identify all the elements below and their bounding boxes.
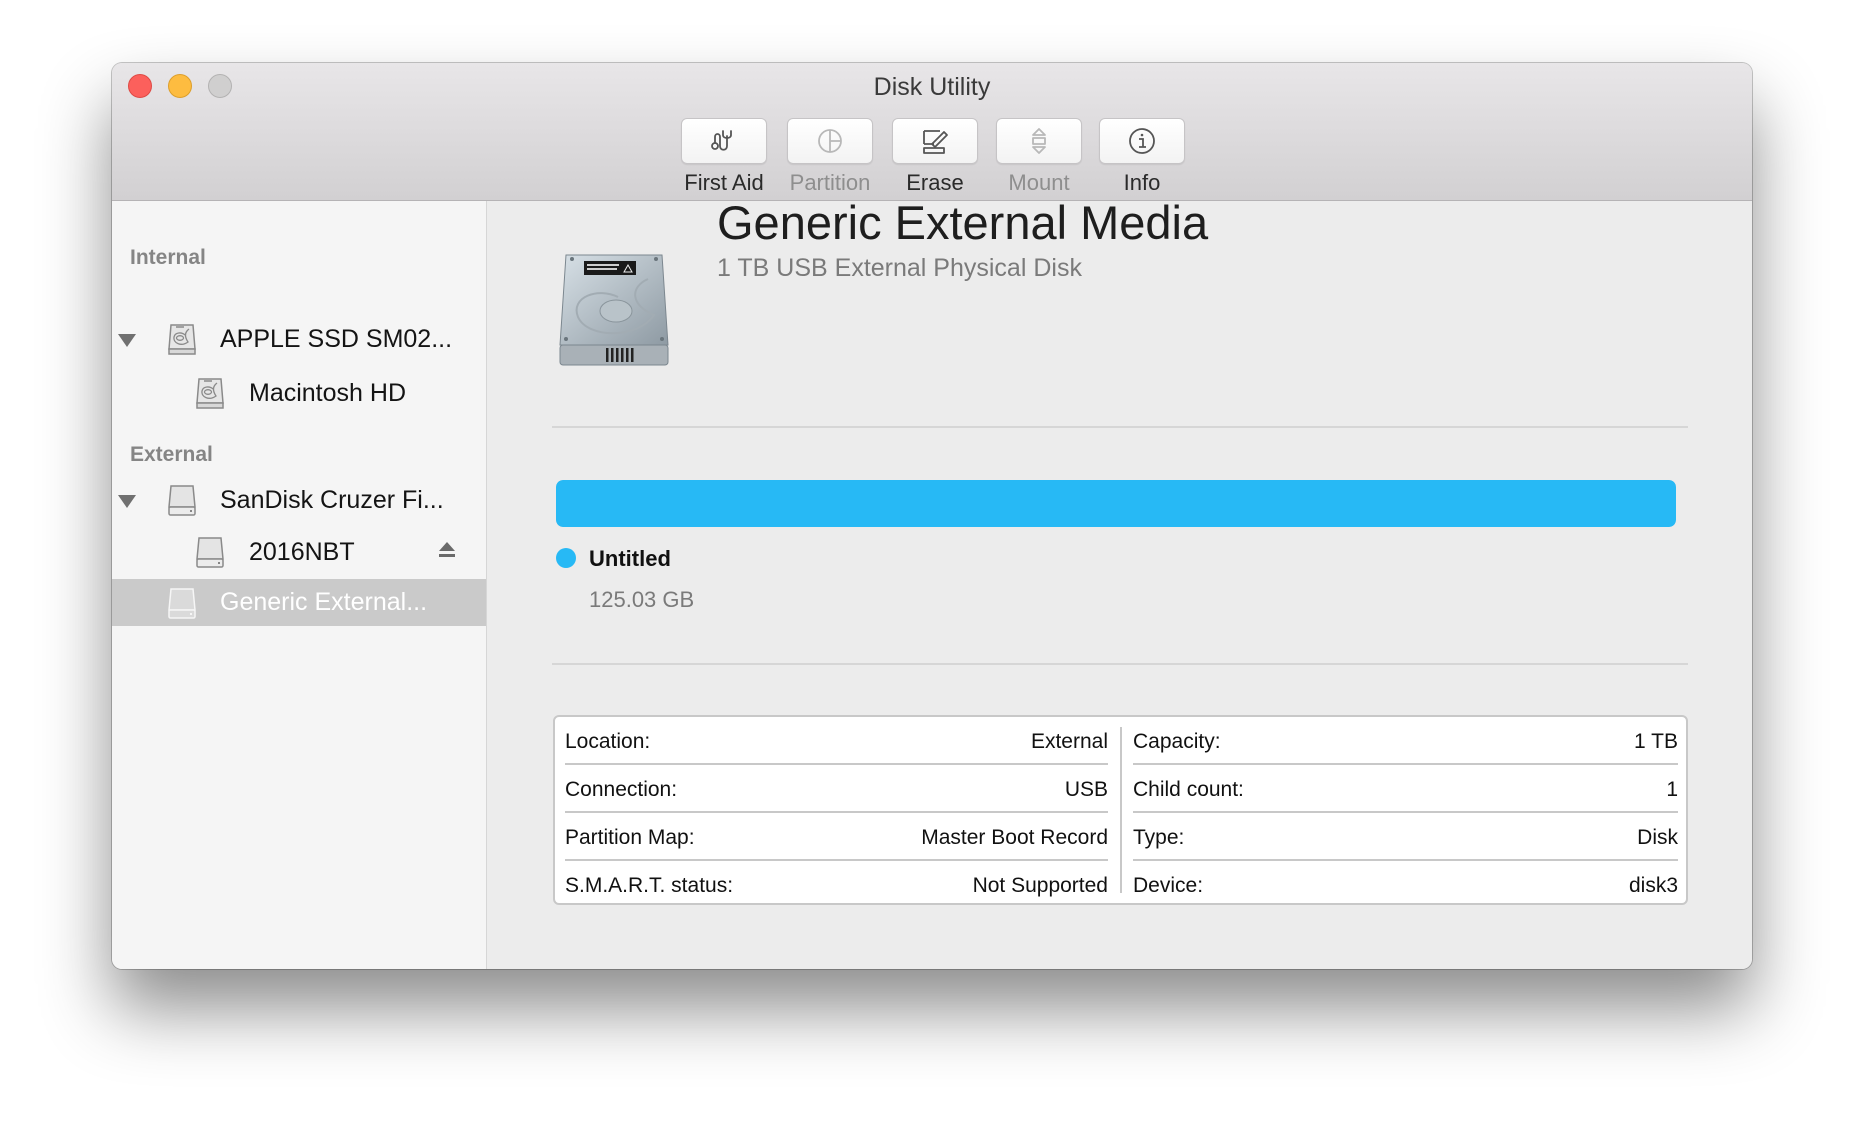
sidebar-item-label: 2016NBT <box>249 538 355 566</box>
sidebar-item-sandisk[interactable]: SanDisk Cruzer Fi... <box>112 477 486 524</box>
info-label: Location: <box>565 730 651 753</box>
info-row-capacity: Capacity: 1 TB <box>1133 717 1678 765</box>
hard-disk-icon <box>559 254 669 366</box>
erase-button[interactable]: Erase <box>892 118 978 196</box>
info-label: Partition Map: <box>565 826 695 849</box>
disk-subtitle: 1 TB USB External Physical Disk <box>717 254 1082 282</box>
mount-icon <box>1032 128 1046 154</box>
first-aid-button[interactable]: First Aid <box>681 118 767 196</box>
window-title: Disk Utility <box>873 73 991 101</box>
info-column-right: Capacity: 1 TB Child count: 1 Type: Disk… <box>1133 717 1678 903</box>
usage-bar <box>556 480 1676 527</box>
sidebar-item-label: Generic External... <box>220 588 428 616</box>
info-row-location: Location: External <box>565 717 1108 765</box>
divider <box>552 426 1688 428</box>
title-toolbar: Disk Utility First Aid Partition Erase M… <box>112 63 1752 201</box>
info-icon <box>1129 128 1155 154</box>
sidebar-item-2016nbt[interactable]: 2016NBT <box>112 529 486 576</box>
disk-info-table: Location: External Connection: USB Parti… <box>553 715 1688 905</box>
external-disk-icon <box>168 485 196 516</box>
disclosure-triangle-icon[interactable] <box>118 495 136 508</box>
sidebar-item-apple-ssd[interactable]: APPLE SSD SM02... <box>112 316 486 363</box>
info-value: disk3 <box>1628 874 1678 897</box>
info-row-child-count: Child count: 1 <box>1133 765 1678 813</box>
info-label: S.M.A.R.T. status: <box>565 874 734 897</box>
info-value: Not Supported <box>972 874 1108 897</box>
info-row-smart-status: S.M.A.R.T. status: Not Supported <box>565 861 1108 909</box>
sidebar-item-label: Macintosh HD <box>249 379 406 407</box>
info-value: 1 <box>1666 778 1678 801</box>
pie-partition-icon <box>818 129 842 153</box>
info-value: Disk <box>1637 826 1678 849</box>
sidebar-item-generic-external[interactable]: Generic External... <box>112 579 486 626</box>
info-column-left: Location: External Connection: USB Parti… <box>565 717 1108 903</box>
usage-bar-fill-untitled[interactable] <box>556 480 1676 527</box>
sidebar: Internal APPLE SSD SM02... Macintosh HD <box>112 201 487 969</box>
partition-button[interactable]: Partition <box>787 118 873 196</box>
stethoscope-icon <box>711 130 732 151</box>
internal-disk-icon <box>196 378 224 409</box>
external-disk-icon <box>168 588 196 619</box>
mount-button[interactable]: Mount <box>996 118 1082 196</box>
sidebar-item-macintosh-hd[interactable]: Macintosh HD <box>112 370 486 417</box>
info-row-partition-map: Partition Map: Master Boot Record <box>565 813 1108 861</box>
internal-disk-icon <box>168 324 196 355</box>
info-value: 1 TB <box>1634 730 1678 753</box>
info-row-connection: Connection: USB <box>565 765 1108 813</box>
info-value: Master Boot Record <box>921 826 1108 849</box>
info-value: USB <box>1064 778 1108 801</box>
section-header-external: External <box>130 443 213 466</box>
partition-size: 125.03 GB <box>589 587 695 612</box>
info-row-device: Device: disk3 <box>1133 861 1678 909</box>
info-row-type: Type: Disk <box>1133 813 1678 861</box>
info-label: Capacity: <box>1133 730 1221 753</box>
info-value: External <box>1030 730 1108 753</box>
info-button[interactable]: Info <box>1099 118 1185 196</box>
erase-icon <box>923 130 948 154</box>
disk-utility-window: Disk Utility First Aid Partition Erase M… <box>112 63 1752 969</box>
sidebar-item-label: APPLE SSD SM02... <box>220 325 453 353</box>
section-header-internal: Internal <box>130 246 206 269</box>
external-disk-icon <box>196 537 224 568</box>
partition-name: Untitled <box>589 546 671 571</box>
column-separator <box>1120 727 1122 893</box>
disk-name: Generic External Media <box>717 196 1209 249</box>
partition-color-dot <box>556 548 576 568</box>
info-label: Connection: <box>565 778 678 801</box>
sidebar-item-label: SanDisk Cruzer Fi... <box>220 486 444 514</box>
divider <box>552 663 1688 665</box>
info-label: Type: <box>1133 826 1185 849</box>
eject-icon[interactable] <box>438 541 456 559</box>
info-label: Info <box>1123 170 1161 195</box>
info-label: Device: <box>1133 874 1204 897</box>
info-label: Child count: <box>1133 778 1244 801</box>
disclosure-triangle-icon[interactable] <box>118 334 136 347</box>
